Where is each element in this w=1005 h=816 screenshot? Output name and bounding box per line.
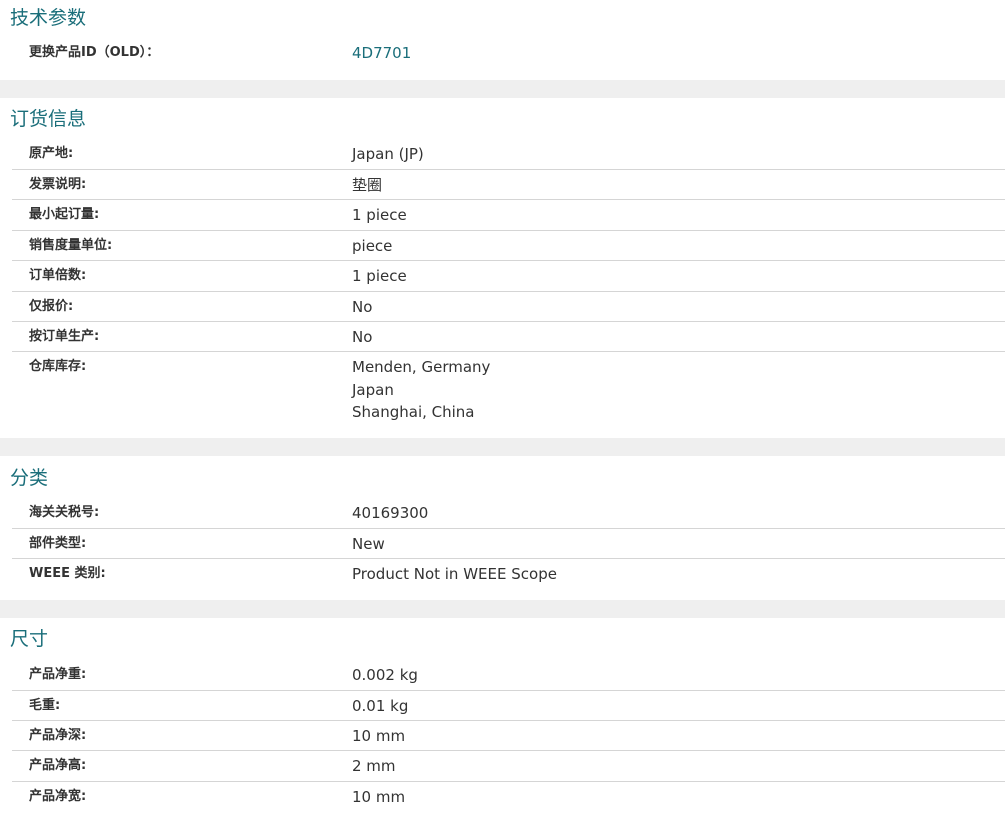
table-row: 产品净重: 0.002 kg: [12, 660, 1005, 691]
row-label-invoice-desc: 发票说明:: [29, 177, 87, 192]
row-value-make-to-order: No: [352, 328, 373, 346]
table-row: WEEE 类别: Product Not in WEEE Scope: [12, 559, 1005, 589]
row-label-order-multiple: 订单倍数:: [29, 268, 87, 283]
section-title-classification: 分类: [10, 467, 49, 489]
table-row: 按订单生产: No: [12, 322, 1005, 352]
row-value-origin: Japan (JP): [352, 145, 424, 163]
list-item: Shanghai, China: [352, 403, 475, 421]
row-value-sales-uom: piece: [352, 237, 393, 255]
table-row: 产品净深: 10 mm: [12, 721, 1005, 751]
row-label-net-width: 产品净宽:: [29, 789, 87, 804]
row-label-sales-uom: 销售度量单位:: [29, 238, 113, 253]
row-label-gross-weight: 毛重:: [29, 698, 61, 713]
table-row: 销售度量单位: piece: [12, 231, 1005, 261]
table-row: 仓库库存: Menden, Germany Japan Shanghai, Ch…: [12, 352, 1005, 428]
table-row: 发票说明: 垫圈: [12, 170, 1005, 200]
row-value-invoice-desc: 垫圈: [352, 176, 383, 194]
table-row: 海关关税号: 40169300: [12, 498, 1005, 529]
row-value-min-order: 1 piece: [352, 206, 407, 224]
row-label-net-depth: 产品净深:: [29, 728, 87, 743]
section-title-tech-params: 技术参数: [10, 7, 87, 29]
row-value-weee-category: Product Not in WEEE Scope: [352, 565, 557, 583]
list-item: Japan: [352, 380, 394, 399]
row-label-quote-only: 仅报价:: [29, 299, 74, 314]
row-value-order-multiple: 1 piece: [352, 267, 407, 285]
row-value-customs-tariff: 40169300: [352, 504, 429, 522]
section-divider-band: [0, 600, 1005, 618]
table-row: 更换产品ID（OLD）： 4D7701: [12, 38, 1005, 68]
row-label-weee-category: WEEE 类别:: [29, 566, 106, 581]
table-row: 产品净宽: 10 mm: [12, 782, 1005, 812]
row-label-make-to-order: 按订单生产:: [29, 329, 100, 344]
row-label-replacement-id: 更换产品ID（OLD）：: [29, 45, 160, 60]
table-row: 订单倍数: 1 piece: [12, 261, 1005, 292]
section-title-dimensions: 尺寸: [10, 628, 49, 650]
row-value-net-height: 2 mm: [352, 757, 396, 775]
table-row: 仅报价: No: [12, 292, 1005, 322]
warehouse-stock-list: Menden, Germany Japan Shanghai, China: [352, 356, 490, 424]
row-value-net-weight: 0.002 kg: [352, 666, 418, 684]
section-title-ordering-info: 订货信息: [10, 108, 87, 130]
row-label-net-height: 产品净高:: [29, 758, 87, 773]
replacement-id-link[interactable]: 4D7701: [352, 38, 411, 68]
row-label-origin: 原产地:: [29, 146, 74, 161]
row-value-quote-only: No: [352, 298, 373, 316]
row-label-net-weight: 产品净重:: [29, 667, 87, 682]
row-label-warehouse-stock: 仓库库存:: [29, 359, 87, 374]
table-row: 毛重: 0.01 kg: [12, 691, 1005, 721]
row-value-net-depth: 10 mm: [352, 727, 406, 745]
row-label-customs-tariff: 海关关税号:: [29, 505, 100, 520]
section-divider-band: [0, 438, 1005, 456]
table-row: 原产地: Japan (JP): [12, 139, 1005, 170]
table-row: 部件类型: New: [12, 529, 1005, 559]
list-item: Menden, Germany: [352, 358, 491, 376]
table-row: 最小起订量: 1 piece: [12, 200, 1005, 231]
row-value-gross-weight: 0.01 kg: [352, 697, 409, 715]
row-value-net-width: 10 mm: [352, 788, 406, 806]
table-row: 产品净高: 2 mm: [12, 751, 1005, 782]
row-value-part-type: New: [352, 535, 385, 553]
row-label-part-type: 部件类型:: [29, 536, 87, 551]
section-divider-band: [0, 80, 1005, 98]
row-label-min-order: 最小起订量:: [29, 207, 100, 222]
